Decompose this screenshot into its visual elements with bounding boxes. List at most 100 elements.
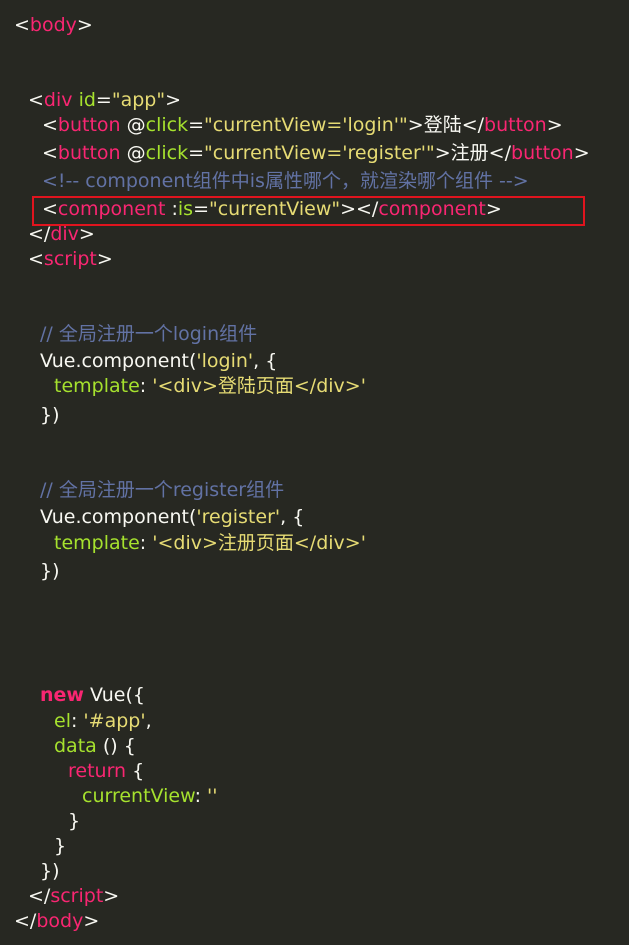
code-token: Vue({ — [83, 684, 145, 706]
code-token: >注册</ — [434, 142, 512, 164]
code-token: click — [145, 142, 189, 164]
code-token: : — [165, 198, 178, 220]
code-line: <button @click="currentView='login'">登陆<… — [42, 113, 563, 138]
code-token: }) — [40, 560, 60, 582]
code-token: template — [54, 375, 140, 397]
code-token: : — [139, 532, 153, 554]
code-line: </script> — [28, 884, 119, 909]
code-token: > — [546, 114, 563, 136]
code-token: , { — [253, 350, 278, 372]
code-token: >登陆</ — [407, 114, 485, 136]
code-token: div — [43, 89, 73, 111]
code-token: , — [145, 710, 152, 732]
code-token: Vue.component( — [40, 506, 197, 528]
code-token: '<div>登陆页面</div>' — [152, 375, 366, 397]
code-token: component — [57, 198, 166, 220]
code-token: < — [42, 114, 58, 136]
code-token: "currentView='register'" — [204, 142, 435, 164]
code-line: <component :is="currentView"></component… — [42, 197, 502, 222]
code-token: < — [28, 89, 44, 111]
code-token: '<div>注册页面</div>' — [152, 532, 366, 554]
code-token: < — [42, 142, 58, 164]
code-token: return — [68, 760, 127, 782]
code-token: button — [511, 142, 574, 164]
code-token: id — [78, 89, 96, 111]
code-line: data () { — [54, 734, 136, 759]
code-token: < — [28, 248, 44, 270]
code-line: currentView: '' — [82, 784, 218, 809]
code-token: </ — [14, 910, 37, 932]
code-token: < — [14, 14, 30, 36]
code-line: } — [68, 809, 80, 834]
code-token: { — [126, 760, 145, 782]
code-token: <!-- component组件中is属性哪个，就渲染哪个组件 --> — [42, 170, 529, 192]
code-token: is — [177, 198, 194, 220]
code-line: } — [54, 834, 66, 859]
code-token: > — [78, 223, 95, 245]
code-token: > — [165, 89, 181, 111]
code-token: body — [36, 910, 84, 932]
code-line: template: '<div>登陆页面</div>' — [54, 374, 366, 399]
code-token: : — [139, 375, 153, 397]
code-token: div — [50, 223, 79, 245]
code-token: } — [68, 810, 81, 832]
code-token: el — [54, 710, 71, 732]
code-token: > — [83, 910, 100, 932]
code-line: Vue.component('register', { — [40, 505, 304, 530]
code-token: , { — [280, 506, 305, 528]
code-token: > — [103, 885, 120, 907]
code-line: <button @click="currentView='register'">… — [42, 141, 590, 166]
code-token: < — [42, 198, 58, 220]
code-token: // 全局注册一个register组件 — [40, 479, 285, 501]
code-token: click — [145, 114, 189, 136]
code-token: template — [54, 532, 140, 554]
code-token: : — [194, 785, 208, 807]
code-line: }) — [40, 403, 60, 428]
code-token: button — [484, 114, 547, 136]
code-token: Vue.component( — [40, 350, 197, 372]
code-line: Vue.component('login', { — [40, 349, 277, 374]
code-token: () { — [96, 735, 136, 757]
code-token: component — [378, 198, 486, 220]
code-line: </body> — [14, 909, 99, 934]
code-token: '' — [207, 785, 218, 807]
code-token: "currentView" — [208, 198, 341, 220]
code-token: </ — [28, 223, 51, 245]
code-token: new — [40, 684, 84, 706]
code-line: <script> — [28, 247, 113, 272]
code-token: currentView — [82, 785, 195, 807]
code-token: }) — [40, 404, 60, 426]
code-token: }) — [40, 860, 60, 882]
code-line: el: '#app', — [54, 709, 152, 734]
code-token: = — [95, 89, 112, 111]
code-token: // 全局注册一个login组件 — [40, 323, 258, 345]
code-token: 'register' — [196, 506, 281, 528]
code-line: </div> — [28, 222, 95, 247]
code-token: script — [43, 248, 97, 270]
code-token: "app" — [111, 89, 166, 111]
code-token: : — [70, 710, 84, 732]
code-token: "currentView='login'" — [204, 114, 408, 136]
code-token: > — [76, 14, 93, 36]
code-line: new Vue({ — [40, 683, 145, 708]
code-token: > — [485, 198, 502, 220]
code-editor[interactable]: <body> <div id="app"> <button @click="curr… — [0, 0, 629, 945]
code-token: body — [29, 14, 77, 36]
code-token: = — [188, 114, 205, 136]
code-token: > — [96, 248, 113, 270]
code-token: = — [193, 198, 209, 220]
code-token: data — [54, 735, 97, 757]
code-token: ></ — [340, 198, 379, 220]
code-token: '#app' — [83, 710, 146, 732]
code-token: = — [188, 142, 205, 164]
code-token: @ — [120, 114, 146, 136]
code-token: button — [57, 142, 121, 164]
code-line: }) — [40, 859, 60, 884]
code-token: button — [57, 114, 121, 136]
code-line: template: '<div>注册页面</div>' — [54, 531, 366, 556]
code-line: <body> — [14, 13, 93, 38]
code-line: }) — [40, 559, 60, 584]
code-token: 'login' — [196, 350, 254, 372]
code-token: </ — [28, 885, 51, 907]
code-token: > — [573, 142, 590, 164]
